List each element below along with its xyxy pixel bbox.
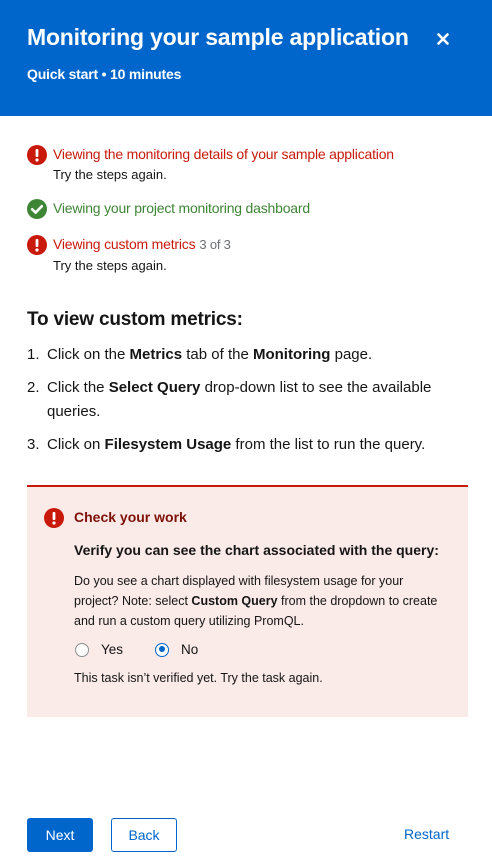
close-button[interactable] <box>430 27 456 51</box>
restart-link[interactable]: Restart <box>404 826 449 842</box>
quickstart-duration: Quick start • 10 minutes <box>27 66 182 82</box>
exclamation-circle-icon <box>27 145 47 165</box>
step-number: 1. <box>27 346 40 363</box>
task-list: Viewing the monitoring details of your s… <box>27 144 467 287</box>
next-button[interactable]: Next <box>27 818 93 852</box>
radio-yes-label: Yes <box>101 642 124 657</box>
radio-yes-circle[interactable] <box>75 642 89 657</box>
step-number: 2. <box>27 379 40 396</box>
task-progress-count: 3 of 3 <box>199 237 231 252</box>
back-button[interactable]: Back <box>111 818 177 852</box>
task-title: Viewing your project monitoring dashboar… <box>53 200 310 216</box>
exclamation-circle-icon <box>44 508 64 528</box>
radio-yes[interactable]: Yes <box>75 642 123 657</box>
radio-no[interactable]: No <box>155 642 198 657</box>
close-icon <box>437 33 449 45</box>
step-text: Click on Filesystem Usage from the list … <box>47 436 426 453</box>
check-your-work-alert: Check your work Verify you can see the c… <box>27 485 468 717</box>
step-number: 3. <box>27 436 40 453</box>
check-circle-icon <box>27 199 47 219</box>
task-note: Try the steps again. <box>53 167 167 182</box>
instruction-steps: 1. Click on the Metrics tab of the Monit… <box>27 343 467 466</box>
task-title: Viewing the monitoring details of your s… <box>53 146 394 162</box>
quickstart-header: Monitoring your sample application Quick… <box>0 0 492 116</box>
quickstart-title: Monitoring your sample application <box>27 24 409 50</box>
task-item[interactable]: Viewing custom metrics 3 of 3 Try the ste… <box>27 234 467 277</box>
step-text: Click on the Metrics tab of the Monitori… <box>47 346 373 363</box>
instruction-step: 3. Click on Filesystem Usage from the li… <box>27 433 467 457</box>
task-item[interactable]: Viewing the monitoring details of your s… <box>27 144 467 186</box>
check-work-title: Check your work <box>74 509 187 525</box>
task-note: Try the steps again. <box>53 258 167 273</box>
task-item[interactable]: Viewing your project monitoring dashboar… <box>27 198 467 219</box>
step-text: Click the Select Query drop-down list to… <box>47 379 432 420</box>
exclamation-circle-icon <box>27 235 47 255</box>
instructions-title: To view custom metrics: <box>27 309 243 330</box>
radio-no-label: No <box>181 642 199 657</box>
instruction-step: 1. Click on the Metrics tab of the Monit… <box>27 343 467 367</box>
task-title: Viewing custom metrics <box>53 236 196 252</box>
radio-no-circle[interactable] <box>155 642 169 657</box>
instruction-step: 2. Click the Select Query drop-down list… <box>27 376 467 424</box>
task-title-row: Viewing custom metrics 3 of 3 <box>53 234 467 255</box>
verification-status: This task isn’t verified yet. Try the ta… <box>74 671 323 685</box>
check-work-question: Verify you can see the chart associated … <box>74 542 439 558</box>
check-work-description: Do you see a chart displayed with filesy… <box>74 574 438 628</box>
